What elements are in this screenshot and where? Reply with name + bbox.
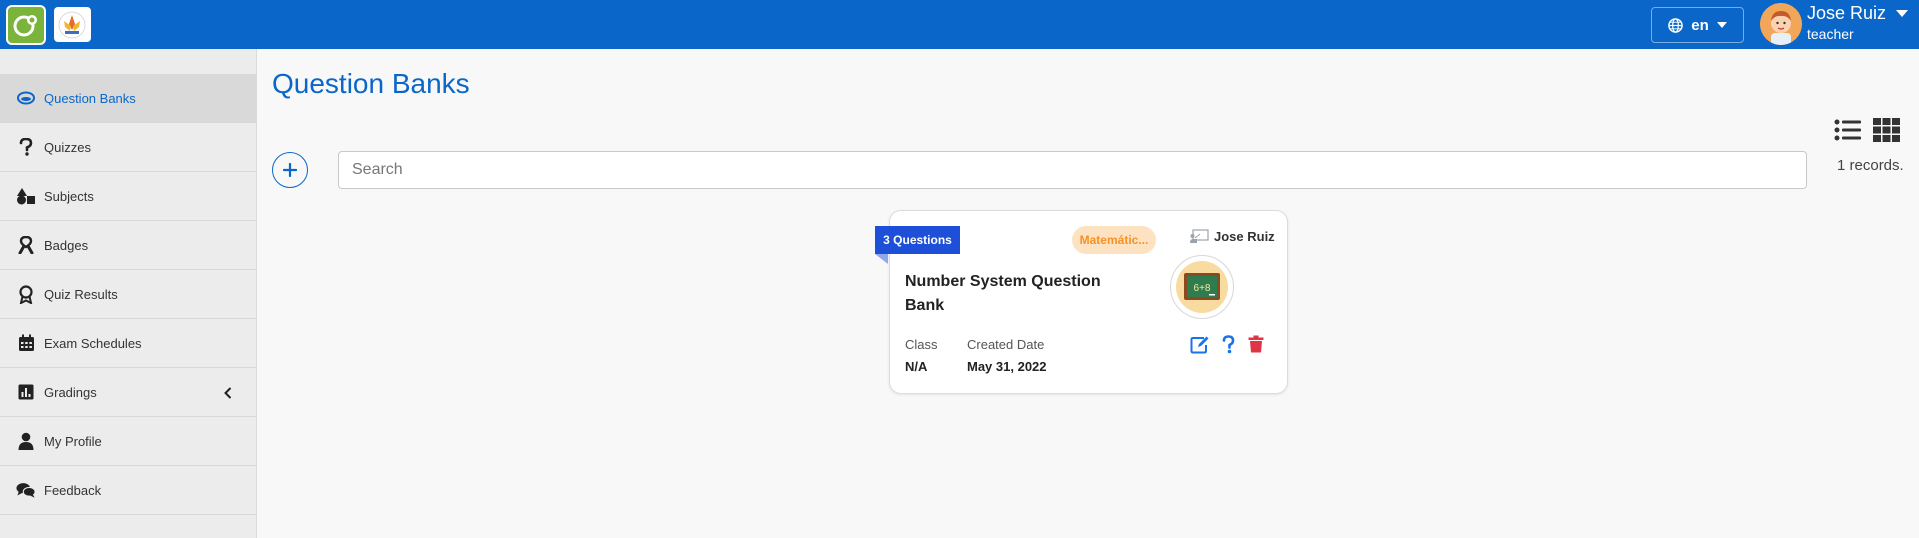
grid-view-icon[interactable]: [1873, 118, 1900, 147]
delete-icon[interactable]: [1248, 335, 1264, 358]
sidebar-item-label: Question Banks: [44, 90, 136, 106]
sidebar-item-quiz-results[interactable]: Quiz Results: [0, 270, 257, 319]
plus-icon: [283, 163, 297, 177]
records-count: 1 records.: [1837, 157, 1904, 174]
teacher-board-icon: [1189, 229, 1209, 249]
subject-badge: Matemátic...: [1072, 226, 1156, 254]
top-navbar: en Jose Ruiz teacher: [0, 0, 1919, 49]
sidebar-item-label: Quizzes: [44, 139, 91, 155]
sidebar: Question Banks Quizzes Subjects Badges Q…: [0, 49, 257, 538]
sidebar-item-label: Subjects: [44, 188, 94, 204]
sidebar-item-feedback[interactable]: Feedback: [0, 466, 257, 515]
class-value: N/A: [905, 359, 928, 374]
award-icon: [16, 284, 36, 304]
sidebar-item-subjects[interactable]: Subjects: [0, 172, 257, 221]
user-icon: [16, 431, 36, 451]
sidebar-item-quizzes[interactable]: Quizzes: [0, 123, 257, 172]
card-title[interactable]: Number System Question Bank: [905, 270, 1115, 318]
app-logo[interactable]: [6, 5, 46, 45]
questions-icon[interactable]: [1222, 335, 1235, 359]
chalkboard-text: 6+8: [1194, 283, 1211, 294]
question-bank-icon: [16, 88, 36, 108]
author-name: Jose Ruiz: [1214, 229, 1275, 244]
bar-chart-icon: [16, 382, 36, 402]
add-question-bank-button[interactable]: [272, 152, 308, 188]
sidebar-item-question-banks[interactable]: Question Banks: [0, 74, 257, 123]
user-role: teacher: [1807, 26, 1854, 42]
sidebar-item-label: My Profile: [44, 433, 102, 449]
search-input[interactable]: [338, 151, 1807, 189]
calendar-icon: [16, 333, 36, 353]
sidebar-item-label: Exam Schedules: [44, 335, 142, 351]
user-name[interactable]: Jose Ruiz: [1807, 3, 1886, 24]
user-avatar[interactable]: [1760, 3, 1802, 45]
sidebar-item-label: Feedback: [44, 482, 102, 498]
language-dropdown[interactable]: en: [1651, 7, 1744, 43]
globe-icon: [1668, 17, 1684, 33]
language-label: en: [1691, 16, 1709, 34]
question-mark-icon: [16, 137, 36, 157]
school-logo[interactable]: [54, 7, 91, 42]
user-menu-chevron-icon[interactable]: [1896, 10, 1908, 17]
shapes-icon: [16, 186, 36, 206]
page-title: Question Banks: [272, 68, 470, 99]
sidebar-item-exam-schedules[interactable]: Exam Schedules: [0, 319, 257, 368]
questions-count-ribbon: 3 Questions: [875, 226, 960, 254]
sidebar-item-badges[interactable]: Badges: [0, 221, 257, 270]
sidebar-item-gradings[interactable]: Gradings: [0, 368, 257, 417]
sidebar-item-label: Quiz Results: [44, 286, 118, 302]
list-view-icon[interactable]: [1834, 118, 1862, 147]
sidebar-item-my-profile[interactable]: My Profile: [0, 417, 257, 466]
class-label: Class: [905, 337, 938, 352]
edit-icon[interactable]: [1190, 335, 1210, 359]
created-date-label: Created Date: [967, 337, 1045, 352]
sidebar-item-label: Badges: [44, 237, 89, 253]
comments-icon: [16, 480, 36, 500]
ribbon-icon: [16, 235, 36, 255]
chalkboard-image: 6+8: [1170, 255, 1234, 319]
chevron-down-icon: [1716, 22, 1727, 28]
chevron-left-icon[interactable]: [224, 386, 232, 402]
ribbon-fold: [875, 254, 888, 264]
created-date-value: May 31, 2022: [967, 359, 1047, 374]
sidebar-item-label: Gradings: [44, 384, 97, 400]
